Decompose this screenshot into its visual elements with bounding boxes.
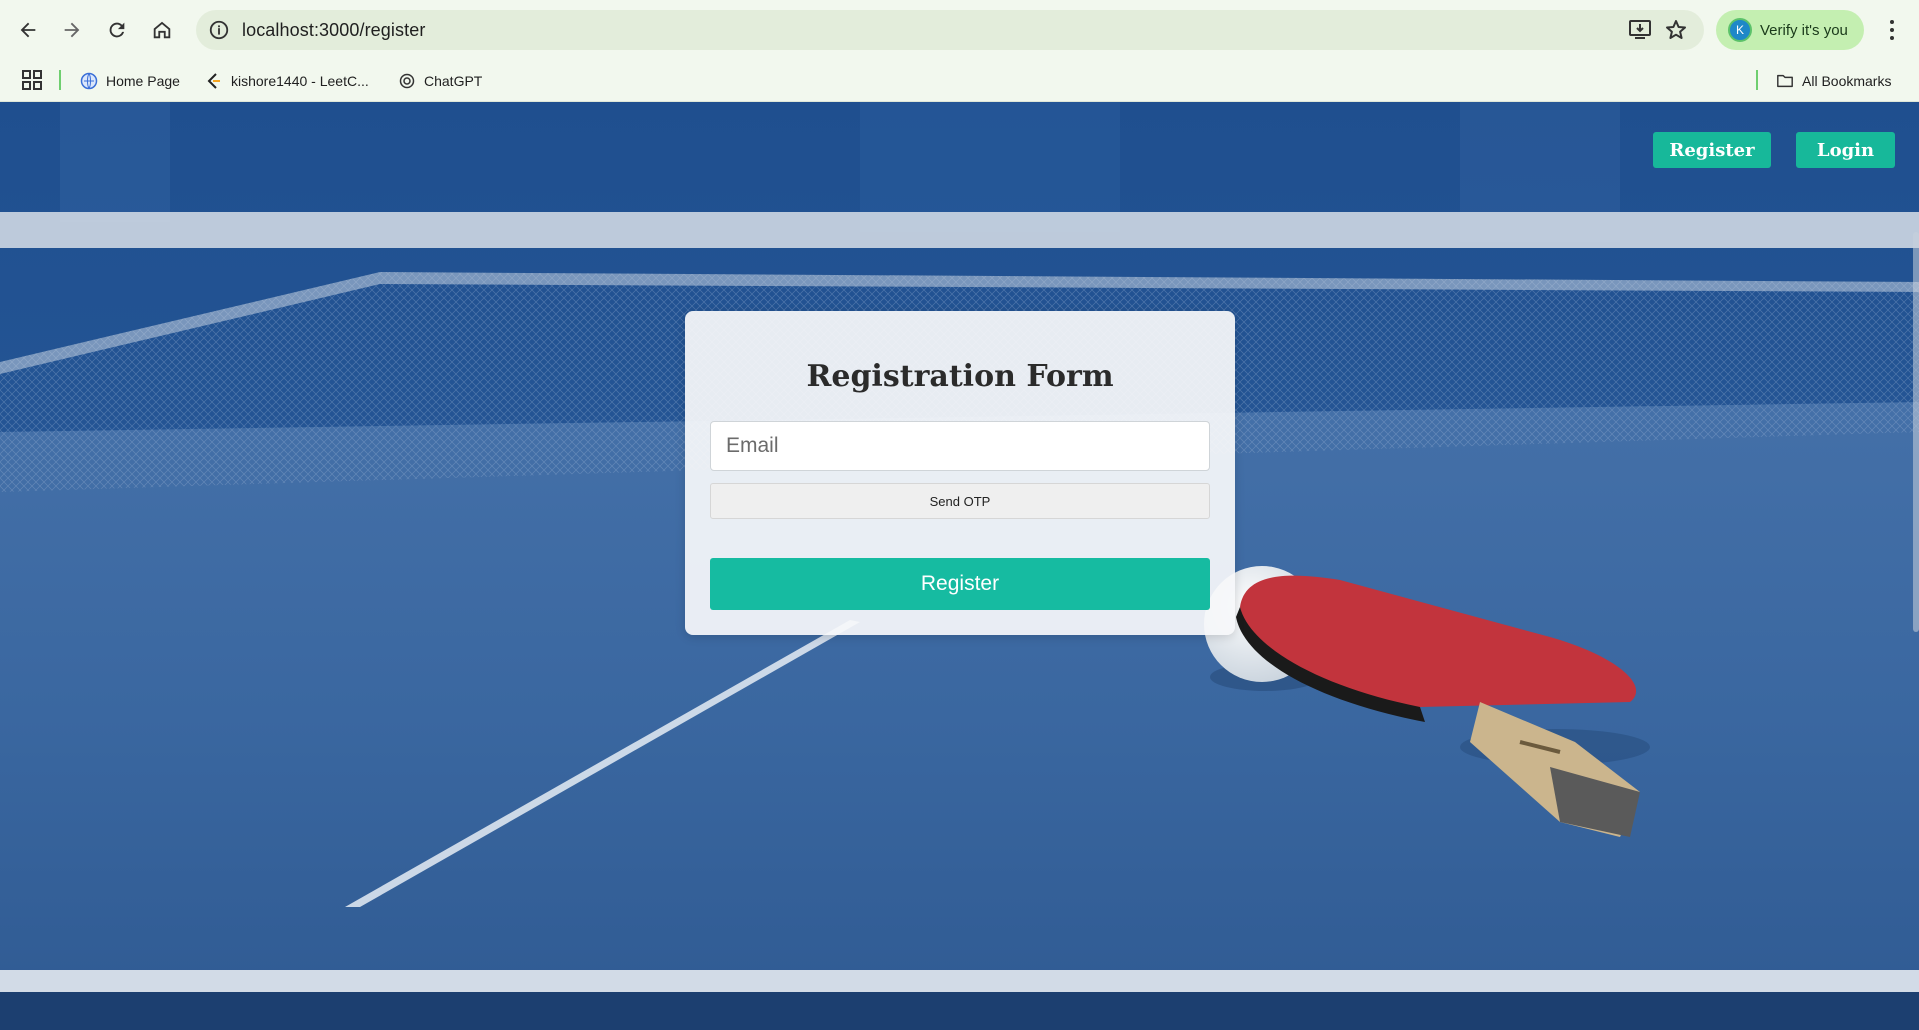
all-bookmarks-button[interactable]: All Bookmarks bbox=[1776, 66, 1891, 96]
globe-icon bbox=[80, 72, 98, 90]
kebab-menu-icon[interactable] bbox=[1880, 14, 1904, 46]
bookmark-leetcode[interactable]: kishore1440 - LeetC... bbox=[205, 66, 369, 96]
nav-register-button[interactable]: Register bbox=[1653, 132, 1771, 168]
bookmark-home-page[interactable]: Home Page bbox=[80, 66, 180, 96]
chatgpt-icon bbox=[398, 72, 416, 90]
bookmark-chatgpt[interactable]: ChatGPT bbox=[398, 66, 482, 96]
email-field[interactable] bbox=[710, 421, 1210, 471]
bookmark-separator bbox=[1756, 70, 1758, 90]
install-app-icon[interactable] bbox=[1628, 19, 1652, 41]
folder-icon bbox=[1776, 72, 1794, 90]
registration-card: Registration Form Send OTP Register bbox=[685, 311, 1235, 635]
page-scrollbar[interactable] bbox=[1913, 232, 1919, 632]
forward-arrow-icon bbox=[64, 22, 80, 38]
nav-login-button[interactable]: Login bbox=[1796, 132, 1895, 168]
forward-button[interactable] bbox=[54, 12, 90, 48]
address-bar[interactable]: localhost:3000/register bbox=[196, 10, 1704, 50]
url-text[interactable]: localhost:3000/register bbox=[242, 20, 425, 41]
form-title: Registration Form bbox=[806, 359, 1114, 394]
bookmark-label: kishore1440 - LeetC... bbox=[231, 73, 369, 89]
bookmark-label: Home Page bbox=[106, 73, 180, 89]
all-bookmarks-label: All Bookmarks bbox=[1802, 73, 1892, 89]
leetcode-icon bbox=[205, 72, 223, 90]
bookmark-separator bbox=[59, 70, 61, 90]
verify-label: Verify it's you bbox=[1760, 21, 1848, 39]
page-viewport: Register Login Registration Form Send OT… bbox=[0, 102, 1919, 1030]
reload-icon bbox=[109, 22, 125, 38]
bookmarks-bar: Home Page kishore1440 - LeetC... ChatGPT… bbox=[0, 60, 1919, 102]
back-arrow-icon bbox=[20, 22, 36, 38]
star-icon[interactable] bbox=[1664, 18, 1688, 42]
register-submit-button[interactable]: Register bbox=[710, 558, 1210, 610]
back-button[interactable] bbox=[10, 12, 46, 48]
browser-toolbar: localhost:3000/register K Verify it's yo… bbox=[0, 0, 1919, 60]
site-info-icon[interactable] bbox=[208, 19, 230, 41]
reload-button[interactable] bbox=[99, 12, 135, 48]
send-otp-button[interactable]: Send OTP bbox=[710, 483, 1210, 519]
home-icon bbox=[153, 21, 171, 39]
home-button[interactable] bbox=[144, 12, 180, 48]
profile-avatar: K bbox=[1728, 18, 1752, 42]
top-nav: Register Login bbox=[1653, 132, 1895, 168]
verify-profile-chip[interactable]: K Verify it's you bbox=[1716, 10, 1864, 50]
apps-grid-icon[interactable] bbox=[20, 68, 44, 92]
bookmark-label: ChatGPT bbox=[424, 73, 483, 89]
